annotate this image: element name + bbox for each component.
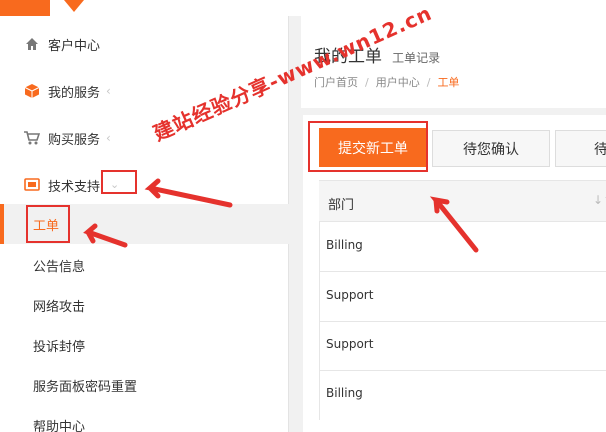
annotation-arrow — [144, 178, 233, 208]
annotation-arrow — [83, 223, 128, 248]
annotation-arrow — [429, 196, 479, 253]
